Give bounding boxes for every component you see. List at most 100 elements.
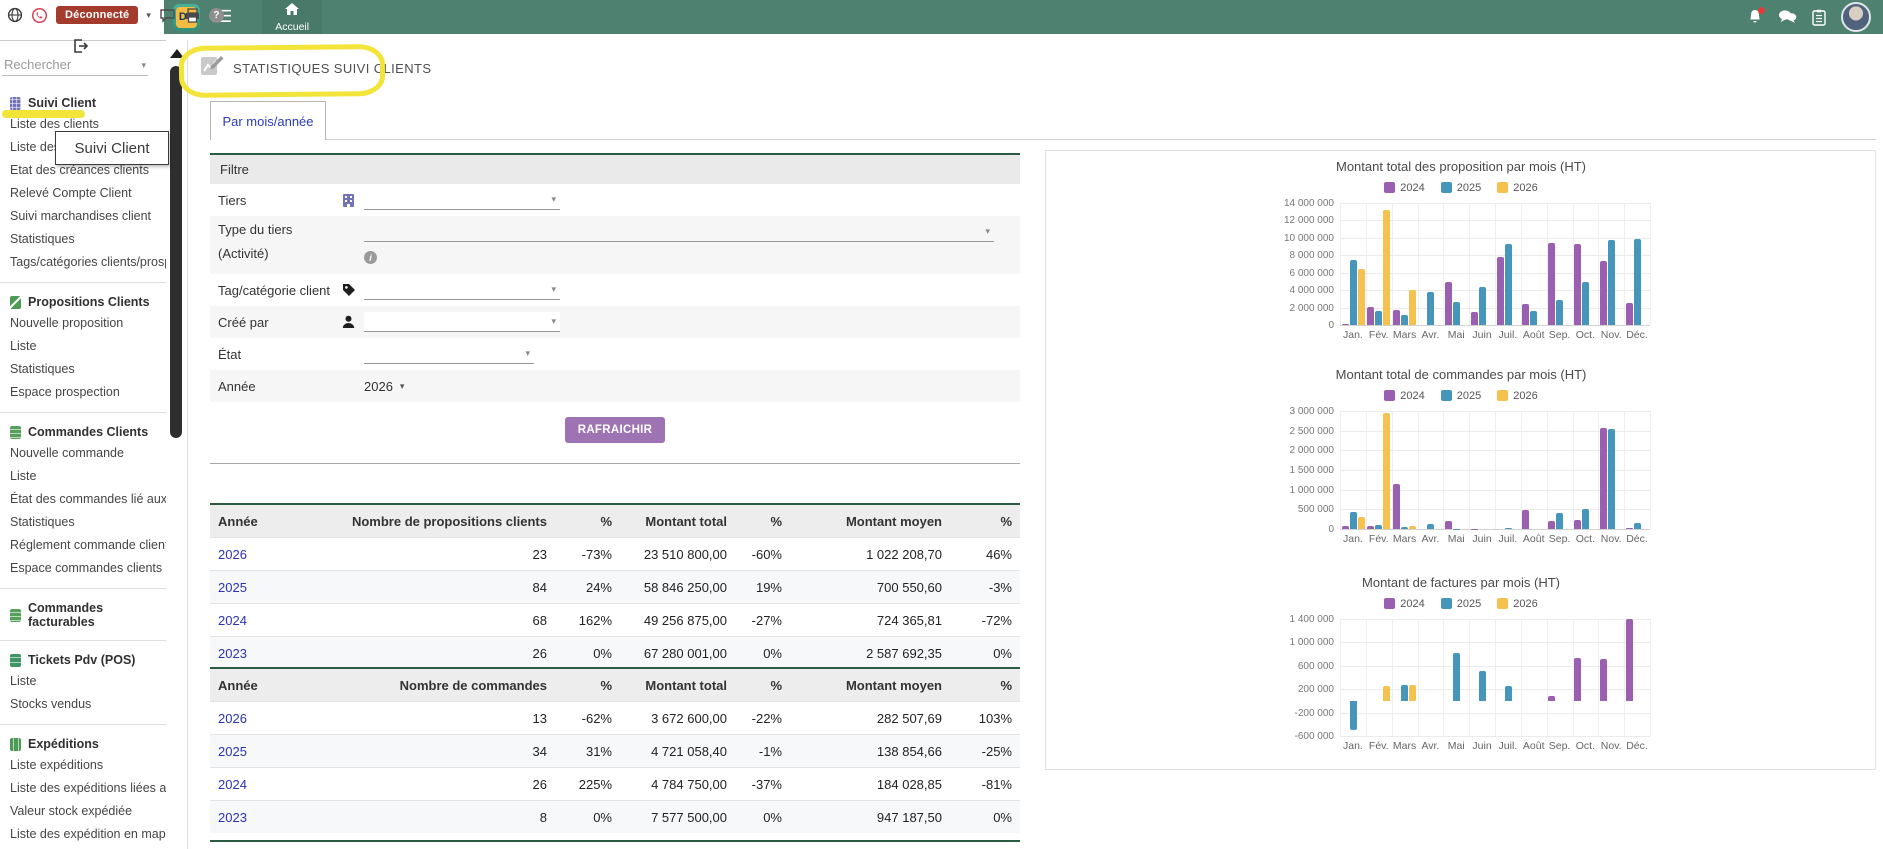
- cell-annee[interactable]: 2026: [210, 538, 300, 571]
- cell-annee[interactable]: 2023: [210, 801, 300, 834]
- year-link-2024[interactable]: 2024: [218, 613, 247, 628]
- notifications-bell-icon[interactable]: [1747, 9, 1763, 26]
- legend-item-2026[interactable]: 2026: [1497, 598, 1537, 610]
- x-axis-label-mai: Mai: [1443, 740, 1469, 752]
- legend-item-2025[interactable]: 2025: [1441, 598, 1481, 610]
- chat-bubble-icon[interactable]: [159, 7, 176, 24]
- sidebar-item-liste[interactable]: Liste: [0, 465, 166, 488]
- propositions-table: AnnéeNombre de propositions clients%Mont…: [210, 503, 1020, 669]
- legend-label: 2026: [1513, 390, 1537, 402]
- disconnect-caret-icon[interactable]: ▾: [146, 10, 151, 21]
- type-tiers-select[interactable]: ▾: [364, 222, 994, 242]
- bar-2024-juil: [1497, 257, 1504, 325]
- sidebar-item-reglement-commande-client[interactable]: Réglement commande client: [0, 534, 166, 557]
- type-tiers-label: Type du tiers (Activité): [210, 222, 342, 261]
- bar-2024-jan: [1342, 526, 1349, 529]
- year-select[interactable]: 2026 ▾: [364, 379, 404, 394]
- vertical-gridline: [1650, 411, 1651, 529]
- gridline: [1340, 713, 1650, 714]
- nav-tab-accueil[interactable]: Accueil: [262, 0, 322, 34]
- sidebar-section-propositions-clients[interactable]: Propositions Clients: [0, 291, 166, 312]
- scrollbar-thumb[interactable]: [170, 66, 182, 438]
- cell-annee[interactable]: 2025: [210, 571, 300, 604]
- refresh-button[interactable]: RAFRAICHIR: [565, 417, 666, 443]
- sidebar-item-liste-des-expedition-en-map[interactable]: Liste des expédition en map: [0, 823, 166, 846]
- search-input[interactable]: [2, 54, 134, 75]
- notification-badge: [1758, 7, 1765, 14]
- bar-2025-jan: [1350, 260, 1357, 325]
- created-by-select[interactable]: ▾: [364, 312, 560, 332]
- sidebar-item-liste-expeditions[interactable]: Liste expéditions: [0, 754, 166, 777]
- sidebar-section-tickets-pdv-pos[interactable]: Tickets Pdv (POS): [0, 649, 166, 670]
- x-axis-label-mai: Mai: [1443, 533, 1469, 545]
- legend-item-2026[interactable]: 2026: [1497, 182, 1537, 194]
- sidebar-item-etat-des-commandes-lie-aux[interactable]: État des commandes lié aux ...: [0, 488, 166, 511]
- sidebar-section-commandes-clients[interactable]: Commandes Clients: [0, 421, 166, 442]
- sidebar-item-tags-categories-clients-prosp[interactable]: Tags/catégories clients/prosp.: [0, 251, 166, 274]
- sidebar-item-espace-prospection[interactable]: Espace prospection: [0, 381, 166, 404]
- sidebar-section-commandes-facturables[interactable]: Commandes facturables: [0, 597, 166, 632]
- year-link-2023[interactable]: 2023: [218, 646, 247, 661]
- filter-title: Filtre: [210, 155, 1020, 184]
- legend-item-2025[interactable]: 2025: [1441, 182, 1481, 194]
- legend-item-2026[interactable]: 2026: [1497, 390, 1537, 402]
- bar-2024-fev: [1367, 307, 1374, 325]
- sidebar-item-statistiques[interactable]: Statistiques: [0, 511, 166, 534]
- sidebar-item-nouvelle-proposition[interactable]: Nouvelle proposition: [0, 312, 166, 335]
- year-link-2026[interactable]: 2026: [218, 547, 247, 562]
- legend-swatch: [1497, 598, 1508, 609]
- sidebar-item-liste[interactable]: Liste: [0, 335, 166, 358]
- sidebar-item-statistiques[interactable]: Statistiques: [0, 358, 166, 381]
- year-link-2023[interactable]: 2023: [218, 810, 247, 825]
- cell-item: -37%: [735, 768, 790, 801]
- cell-annee[interactable]: 2025: [210, 735, 300, 768]
- sidebar-item-stocks-vendus[interactable]: Stocks vendus: [0, 693, 166, 716]
- sidebar-section-expeditions[interactable]: Expéditions: [0, 733, 166, 754]
- clipboard-icon[interactable]: [1812, 9, 1826, 26]
- year-link-2025[interactable]: 2025: [218, 744, 247, 759]
- etat-select[interactable]: ▾: [364, 344, 534, 364]
- x-axis-label-juil: Juil.: [1495, 329, 1521, 341]
- sidebar-item-liste[interactable]: Liste: [0, 670, 166, 693]
- sidebar-item-statistiques[interactable]: Statistiques: [0, 228, 166, 251]
- top-navbar: DS ☰ Accueil: [164, 0, 1883, 34]
- legend-item-2024[interactable]: 2024: [1384, 598, 1424, 610]
- sidebar-item-nouvelle-commande[interactable]: Nouvelle commande: [0, 442, 166, 465]
- cell-annee[interactable]: 2023: [210, 637, 300, 670]
- search-caret-icon[interactable]: ▾: [141, 60, 146, 71]
- help-icon[interactable]: ?: [209, 8, 224, 23]
- cell-annee[interactable]: 2024: [210, 768, 300, 801]
- chevron-down-icon: ▾: [400, 381, 405, 392]
- cell-montant-total: 49 256 875,00: [620, 604, 735, 637]
- legend-item-2024[interactable]: 2024: [1384, 390, 1424, 402]
- messages-icon[interactable]: [1778, 9, 1797, 25]
- user-avatar[interactable]: [1841, 2, 1871, 32]
- column-header-annee: Année: [210, 504, 300, 538]
- sidebar-item-suivi-marchandises-client[interactable]: Suivi marchandises client: [0, 205, 166, 228]
- tab-par-mois-annee[interactable]: Par mois/année: [210, 101, 326, 140]
- disconnect-badge[interactable]: Déconnecté: [56, 6, 138, 24]
- legend-item-2024[interactable]: 2024: [1384, 182, 1424, 194]
- year-link-2026[interactable]: 2026: [218, 711, 247, 726]
- year-link-2024[interactable]: 2024: [218, 777, 247, 792]
- chevron-down-icon: ▾: [551, 194, 556, 205]
- sidebar-item-espace-commandes-clients[interactable]: Espace commandes clients: [0, 557, 166, 580]
- sidebar-item-releve-compte-client[interactable]: Relevé Compte Client: [0, 182, 166, 205]
- tiers-select[interactable]: ▾: [364, 190, 560, 210]
- print-icon[interactable]: [184, 7, 201, 24]
- bar-2025-oct: [1582, 282, 1589, 325]
- year-link-2025[interactable]: 2025: [218, 580, 247, 595]
- column-header-annee: Année: [210, 668, 300, 702]
- cell-annee[interactable]: 2026: [210, 702, 300, 735]
- x-axis-label-fev: Fév.: [1366, 533, 1392, 545]
- tag-select[interactable]: ▾: [364, 280, 560, 300]
- info-icon[interactable]: i: [364, 251, 377, 264]
- app-screen: Déconnecté ▾ ? ▾ Suivi ClientListe des c…: [0, 0, 1883, 849]
- whatsapp-icon[interactable]: [31, 7, 48, 24]
- legend-item-2025[interactable]: 2025: [1441, 390, 1481, 402]
- globe-icon[interactable]: [6, 7, 23, 24]
- sidebar-item-valeur-stock-expediee[interactable]: Valeur stock expédiée: [0, 800, 166, 823]
- cell-item: 0%: [555, 637, 620, 670]
- cell-annee[interactable]: 2024: [210, 604, 300, 637]
- sidebar-item-liste-des-expeditions-liees-au[interactable]: Liste des expéditions liées au...: [0, 777, 166, 800]
